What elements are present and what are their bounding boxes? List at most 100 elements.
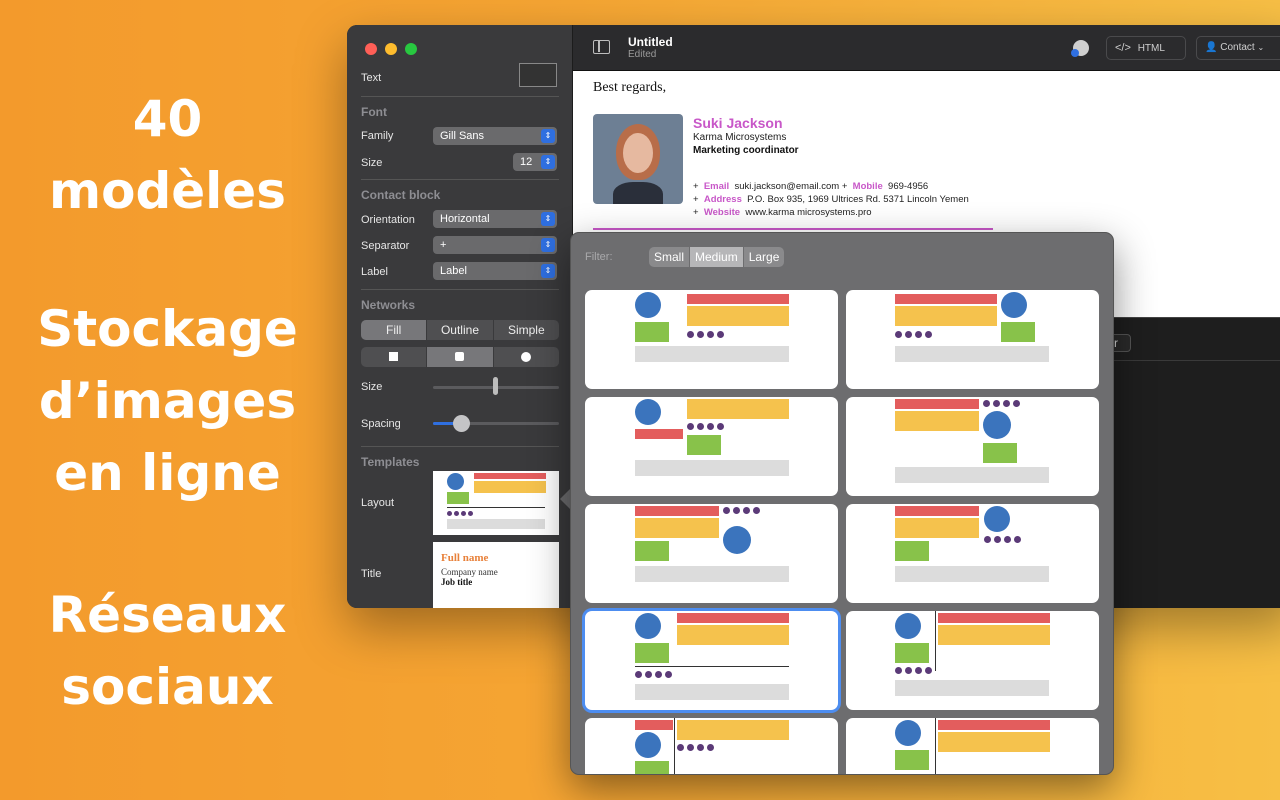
promo-panel: 40 modèles Stockage d’images en ligne Ré…: [0, 0, 335, 800]
close-window-button[interactable]: [365, 43, 377, 55]
window-controls: [365, 43, 417, 55]
stepper-icon[interactable]: ⇕: [541, 155, 555, 169]
spacing-slider-knob[interactable]: [453, 415, 470, 432]
html-button-label: HTML: [1137, 43, 1165, 54]
template-card-10[interactable]: [846, 718, 1099, 775]
template-card-3[interactable]: [585, 397, 838, 496]
social-dot: [895, 774, 902, 775]
disclaimer-placeholder: [895, 566, 1049, 582]
info-placeholder: [895, 411, 979, 431]
social-dot: [707, 423, 714, 430]
chevron-updown-icon: ⇕: [541, 238, 555, 252]
logo-placeholder: [895, 643, 929, 663]
minimize-window-button[interactable]: [385, 43, 397, 55]
disclaimer-placeholder: [635, 346, 789, 362]
orientation-popup[interactable]: Horizontal ⇕: [433, 210, 557, 228]
text-color-well[interactable]: [519, 63, 557, 87]
document-status: Edited: [628, 49, 657, 60]
contact-row-address: + Address P.O. Box 935, 1969 Ultrices Rd…: [693, 193, 969, 206]
code-icon: </>: [1115, 42, 1131, 54]
size-filter-segmented[interactable]: Small Medium Large: [649, 247, 785, 267]
social-dot: [677, 744, 684, 751]
square-icon: [389, 352, 399, 361]
email-value[interactable]: suki.jackson@email.com: [734, 181, 839, 192]
style-simple-tab[interactable]: Simple: [494, 320, 559, 340]
sidebar-toggle-icon[interactable]: [593, 40, 610, 54]
account-icon[interactable]: [1071, 40, 1089, 57]
social-dot: [993, 400, 1000, 407]
filter-small[interactable]: Small: [649, 247, 691, 267]
template-card-9[interactable]: [585, 718, 838, 774]
separator-popup[interactable]: + ⇕: [433, 236, 557, 254]
title-label: Title: [361, 568, 382, 580]
social-dot: [697, 423, 704, 430]
info-placeholder: [635, 518, 719, 538]
font-family-popup[interactable]: Gill Sans ⇕: [433, 127, 557, 145]
address-value: P.O. Box 935, 1969 Ultrices Rd. 5371 Lin…: [747, 194, 969, 205]
promo-line: d’images: [38, 372, 297, 430]
photo-placeholder: [635, 613, 661, 639]
template-card-8[interactable]: [846, 611, 1099, 710]
template-card-6[interactable]: [846, 504, 1099, 603]
html-export-button[interactable]: </> HTML ⌄: [1106, 36, 1186, 75]
photo-placeholder: [635, 399, 661, 425]
contact-button[interactable]: 👤 Contact ⌄: [1196, 36, 1280, 60]
social-dot: [994, 536, 1001, 543]
filter-medium[interactable]: Medium: [690, 247, 744, 267]
spacing-label: Spacing: [361, 418, 401, 430]
shape-circle-tab[interactable]: [494, 347, 559, 367]
font-size-stepper[interactable]: 12 ⇕: [513, 153, 557, 171]
network-shape-segmented[interactable]: [361, 347, 559, 367]
profile-photo: [593, 114, 683, 204]
social-dot: [723, 507, 730, 514]
template-card-5[interactable]: [585, 504, 838, 603]
inspector-sidebar: Text Font Family Gill Sans ⇕ Size 12 ⇕ C…: [347, 25, 573, 608]
social-dot: [645, 671, 652, 678]
promo-line: sociaux: [61, 658, 274, 716]
zoom-window-button[interactable]: [405, 43, 417, 55]
template-card-2[interactable]: [846, 290, 1099, 389]
promo-social: Réseaux sociaux: [0, 579, 335, 723]
logo-placeholder: [895, 750, 929, 770]
divider: [361, 96, 559, 97]
title-template-thumbnail[interactable]: Full name Company name Job title: [433, 542, 559, 608]
font-size-value: 12: [520, 156, 533, 168]
network-style-segmented[interactable]: Fill Outline Simple: [361, 320, 559, 340]
separator-value: +: [440, 239, 447, 251]
shape-square-tab[interactable]: [361, 347, 428, 367]
shape-rounded-tab[interactable]: [427, 347, 494, 367]
social-dot: [905, 774, 912, 775]
social-dot: [984, 536, 991, 543]
social-dot: [697, 744, 704, 751]
info-placeholder: [938, 732, 1050, 752]
template-card-7-selected[interactable]: [585, 611, 838, 710]
promo-line: 40: [132, 90, 203, 148]
mobile-label: Mobile: [852, 181, 883, 192]
info-placeholder: [687, 399, 789, 419]
style-fill-tab[interactable]: Fill: [361, 320, 428, 340]
label-style-popup[interactable]: Label ⇕: [433, 262, 557, 280]
network-size-slider-knob[interactable]: [493, 377, 498, 395]
disclaimer-placeholder: [635, 566, 789, 582]
separator: +: [841, 181, 848, 192]
greeting-text: Best regards,: [593, 80, 667, 95]
label-style-value: Label: [440, 265, 467, 277]
social-dot: [687, 423, 694, 430]
layout-label: Layout: [361, 497, 395, 509]
filter-large[interactable]: Large: [744, 247, 785, 267]
social-dot: [915, 667, 922, 674]
logo-placeholder: [895, 541, 929, 561]
template-card-1[interactable]: [585, 290, 838, 389]
disclaimer-placeholder: [895, 680, 1049, 696]
vertical-separator: [674, 718, 675, 774]
social-dot: [925, 667, 932, 674]
photo-placeholder: [635, 732, 661, 758]
layout-template-thumbnail[interactable]: [433, 471, 559, 535]
social-dot: [915, 774, 922, 775]
signature-company: Karma Microsystems: [693, 132, 787, 143]
website-value[interactable]: www.karma microsystems.pro: [745, 207, 871, 218]
template-card-4[interactable]: [846, 397, 1099, 496]
orientation-label: Orientation: [361, 214, 415, 226]
divider: [361, 289, 559, 290]
style-outline-tab[interactable]: Outline: [427, 320, 494, 340]
